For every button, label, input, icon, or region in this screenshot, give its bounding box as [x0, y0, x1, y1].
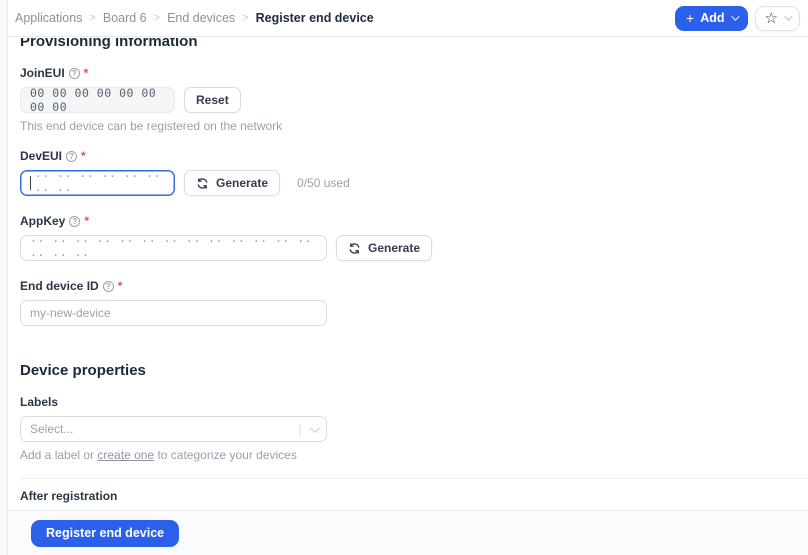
add-button-label: Add — [700, 11, 724, 25]
breadcrumb: Applications > Board 6 > End devices > R… — [15, 11, 374, 25]
deveui-generate-button[interactable]: Generate — [184, 170, 280, 196]
plus-icon: + — [686, 11, 694, 25]
joineui-value: 00 00 00 00 00 00 00 00 — [30, 86, 165, 114]
labels-helper-prefix: Add a label or — [20, 448, 97, 462]
chevron-down-icon — [731, 12, 739, 20]
topbar: Applications > Board 6 > End devices > R… — [9, 0, 808, 37]
joineui-reset-button[interactable]: Reset — [184, 87, 241, 113]
page-left-gutter — [0, 0, 8, 555]
register-end-device-button[interactable]: Register end device — [31, 520, 179, 547]
help-icon[interactable]: ? — [69, 216, 80, 227]
refresh-icon — [348, 242, 361, 255]
add-button[interactable]: + Add — [675, 6, 748, 31]
reset-button-label: Reset — [196, 93, 229, 107]
labels-label-text: Labels — [20, 395, 58, 409]
star-icon: ☆ — [765, 11, 778, 26]
generate-button-label: Generate — [216, 176, 268, 190]
joineui-label-text: JoinEUI — [20, 66, 65, 80]
end-device-id-label: End device ID ? * — [20, 279, 808, 293]
help-icon[interactable]: ? — [69, 68, 80, 79]
joineui-label: JoinEUI ? * — [20, 66, 808, 80]
appkey-input[interactable]: ·· ·· ·· ·· ·· ·· ·· ·· ·· ·· ·· ·· ·· ·… — [20, 235, 327, 261]
labels-helper-suffix: to categorize your devices — [154, 448, 297, 462]
breadcrumb-separator-icon: > — [154, 12, 160, 24]
joineui-input[interactable]: 00 00 00 00 00 00 00 00 — [20, 87, 175, 113]
appkey-label: AppKey ? * — [20, 214, 808, 228]
labels-select[interactable]: Select... | — [20, 416, 327, 442]
breadcrumb-end-devices[interactable]: End devices — [167, 11, 235, 25]
chevron-down-icon — [784, 12, 792, 20]
provisioning-section-header: Provisioning information — [20, 38, 808, 49]
required-asterisk: * — [84, 66, 89, 80]
help-icon[interactable]: ? — [66, 151, 77, 162]
deveui-placeholder: ·· ·· ·· ·· ·· ·· ·· ·· — [35, 169, 165, 197]
breadcrumb-applications[interactable]: Applications — [15, 11, 82, 25]
appkey-placeholder: ·· ·· ·· ·· ·· ·· ·· ·· ·· ·· ·· ·· ·· ·… — [30, 234, 317, 262]
labels-select-placeholder: Select... — [30, 422, 73, 436]
create-label-link[interactable]: create one — [97, 448, 154, 462]
submit-bar: Register end device — [9, 510, 808, 555]
refresh-icon — [196, 177, 209, 190]
topbar-actions: + Add ☆ — [675, 6, 800, 31]
required-asterisk: * — [118, 279, 123, 293]
device-properties-title: Device properties — [20, 362, 808, 379]
section-divider — [20, 478, 808, 479]
appkey-generate-button[interactable]: Generate — [336, 235, 432, 261]
breadcrumb-register-end-device: Register end device — [256, 11, 374, 25]
after-registration-label: After registration — [20, 489, 808, 503]
breadcrumb-separator-icon: > — [89, 12, 95, 24]
bookmark-button[interactable]: ☆ — [755, 6, 800, 31]
help-icon[interactable]: ? — [103, 281, 114, 292]
chevron-down-icon[interactable] — [310, 423, 320, 433]
breadcrumb-application-name[interactable]: Board 6 — [103, 11, 147, 25]
text-cursor — [30, 176, 31, 190]
labels-helper-text: Add a label or create one to categorize … — [20, 448, 808, 462]
select-separator: | — [298, 421, 302, 437]
labels-label: Labels — [20, 395, 808, 409]
deveui-label: DevEUI ? * — [20, 149, 808, 163]
end-device-id-placeholder: my-new-device — [30, 306, 111, 320]
after-registration-label-text: After registration — [20, 489, 117, 503]
deveui-usage-counter: 0/50 used — [297, 176, 350, 190]
end-device-id-input[interactable]: my-new-device — [20, 300, 327, 326]
register-end-device-form: Provisioning information JoinEUI ? * 00 … — [9, 38, 808, 510]
deveui-input[interactable]: ·· ·· ·· ·· ·· ·· ·· ·· — [20, 170, 175, 196]
provisioning-section-title: Provisioning information — [20, 38, 198, 49]
deveui-label-text: DevEUI — [20, 149, 62, 163]
end-device-id-label-text: End device ID — [20, 279, 99, 293]
breadcrumb-separator-icon: > — [242, 12, 248, 24]
joineui-helper-text: This end device can be registered on the… — [20, 119, 808, 133]
required-asterisk: * — [81, 149, 86, 163]
required-asterisk: * — [84, 214, 89, 228]
appkey-label-text: AppKey — [20, 214, 65, 228]
generate-button-label: Generate — [368, 241, 420, 255]
